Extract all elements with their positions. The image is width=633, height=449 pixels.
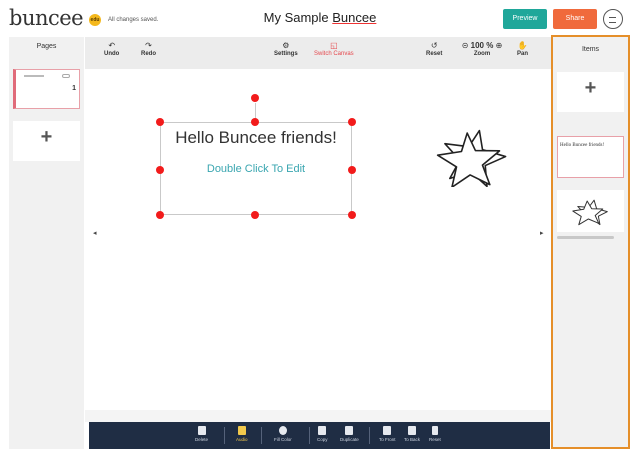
hand-icon: ✋ [517,41,528,50]
toolbar-divider [369,427,370,444]
items-scrollbar[interactable] [557,236,614,239]
to-back-button[interactable]: To Back [404,426,420,442]
toolbar-divider [261,427,262,444]
preview-button[interactable]: Preview [503,9,547,29]
add-page-button[interactable]: + [13,121,80,161]
settings-label: Settings [274,51,298,57]
to-back-icon [408,426,416,435]
document-title-suffix: Buncee [332,10,377,25]
resize-handle-top-left[interactable] [156,118,164,126]
pages-panel: Pages 1 + [9,37,84,449]
plus-icon: + [584,77,597,99]
zoom-value: 100 % [470,41,494,50]
redo-button[interactable]: ↷ Redo [141,40,156,57]
zoom-out-icon[interactable]: ⊝ [462,41,469,50]
reset-object-button[interactable]: Reset [429,426,441,442]
object-toolbar: Delete Audio Fill Color Copy Duplicate T… [89,422,550,449]
pan-button[interactable]: ✋ Pan [517,40,528,57]
plus-icon: + [40,126,53,148]
to-front-label: To Front [379,437,396,442]
canvas-subtext[interactable]: Double Click To Edit [160,163,352,175]
items-panel: Items + Hello Buncee friends! [551,35,630,449]
resize-handle-top[interactable] [251,118,259,126]
pages-panel-title: Pages [36,43,57,50]
pan-label: Pan [517,51,529,57]
audio-label: Audio [236,437,248,442]
duplicate-icon [345,426,354,435]
undo-button[interactable]: ↶ Undo [104,40,119,57]
redo-label: Redo [141,51,156,57]
share-button[interactable]: Share [553,9,597,29]
gear-icon: ⚙ [282,41,290,50]
star-icon [572,199,608,226]
audio-icon [237,426,246,435]
zoom-control: ⊝ 100 % ⊕ Zoom [455,40,509,57]
copy-label: Copy [317,437,328,442]
copy-icon [318,426,327,435]
fill-color-button[interactable]: Fill Color [274,426,292,442]
canvas[interactable] [85,70,551,410]
user-avatar[interactable] [603,9,623,29]
trash-icon [197,426,206,435]
next-page-arrow[interactable]: ▸ [540,229,544,237]
item-star-thumbnail[interactable] [557,190,624,232]
reset-view-button[interactable]: ↺ Reset [426,40,442,57]
page-thumbnail-star [62,74,70,78]
switch-canvas-label: Switch Canvas [314,51,354,57]
star-icon[interactable] [436,127,508,187]
duplicate-button[interactable]: Duplicate [340,426,359,442]
reset-object-label: Reset [429,437,441,442]
switch-canvas-button[interactable]: ◱ Switch Canvas [314,40,354,57]
to-front-icon [383,426,392,435]
page-thumbnail-preview [24,75,44,77]
audio-button[interactable]: Audio [236,426,248,442]
page-thumbnail[interactable]: 1 [13,69,80,109]
item-text-thumbnail[interactable]: Hello Buncee friends! [557,136,624,178]
fill-color-icon [278,426,287,435]
resize-handle-top-right[interactable] [348,118,356,126]
reset-icon [431,426,438,435]
header-bar: buncee edu All changes saved. My Sample … [0,0,633,36]
resize-handle-bottom-right[interactable] [348,211,356,219]
copy-button[interactable]: Copy [317,426,328,442]
redo-icon: ↷ [145,41,152,50]
switch-canvas-icon: ◱ [330,41,338,50]
canvas-heading-text[interactable]: Hello Buncee friends! [160,128,352,148]
reset-label: Reset [426,51,443,57]
edu-badge: edu [89,14,101,26]
items-panel-title: Items [581,46,600,53]
toolbar-divider [224,427,225,444]
reset-icon: ↺ [430,41,438,50]
rotate-handle[interactable] [251,94,259,102]
page-number: 1 [72,85,76,92]
undo-icon: ↶ [108,41,116,50]
resize-handle-right[interactable] [348,166,356,174]
duplicate-label: Duplicate [340,437,359,442]
delete-label: Delete [195,437,209,442]
buncee-editor: buncee edu All changes saved. My Sample … [0,0,633,449]
resize-handle-bottom[interactable] [251,211,259,219]
settings-button[interactable]: ⚙ Settings [274,40,298,57]
editor-toolbar: ↶ Undo ↷ Redo ⚙ Settings ◱ Switch Canvas… [85,37,551,69]
to-back-label: To Back [404,437,421,442]
item-text-label: Hello Buncee friends! [560,143,605,148]
previous-page-arrow[interactable]: ◂ [93,229,97,237]
save-status: All changes saved. [108,17,159,23]
fill-color-label: Fill Color [274,437,292,442]
zoom-label: Zoom [473,51,491,57]
zoom-in-icon[interactable]: ⊕ [496,41,503,50]
toolbar-divider [309,427,310,444]
resize-handle-left[interactable] [156,166,164,174]
document-title[interactable]: My Sample Buncee [240,10,400,25]
buncee-logo[interactable]: buncee [9,6,84,30]
to-front-button[interactable]: To Front [379,426,396,442]
canvas-bottom-strip [85,410,551,422]
delete-button[interactable]: Delete [195,426,208,442]
add-item-button[interactable]: + [557,72,624,112]
resize-handle-bottom-left[interactable] [156,211,164,219]
undo-label: Undo [104,51,120,57]
document-title-prefix: My Sample [263,10,333,25]
